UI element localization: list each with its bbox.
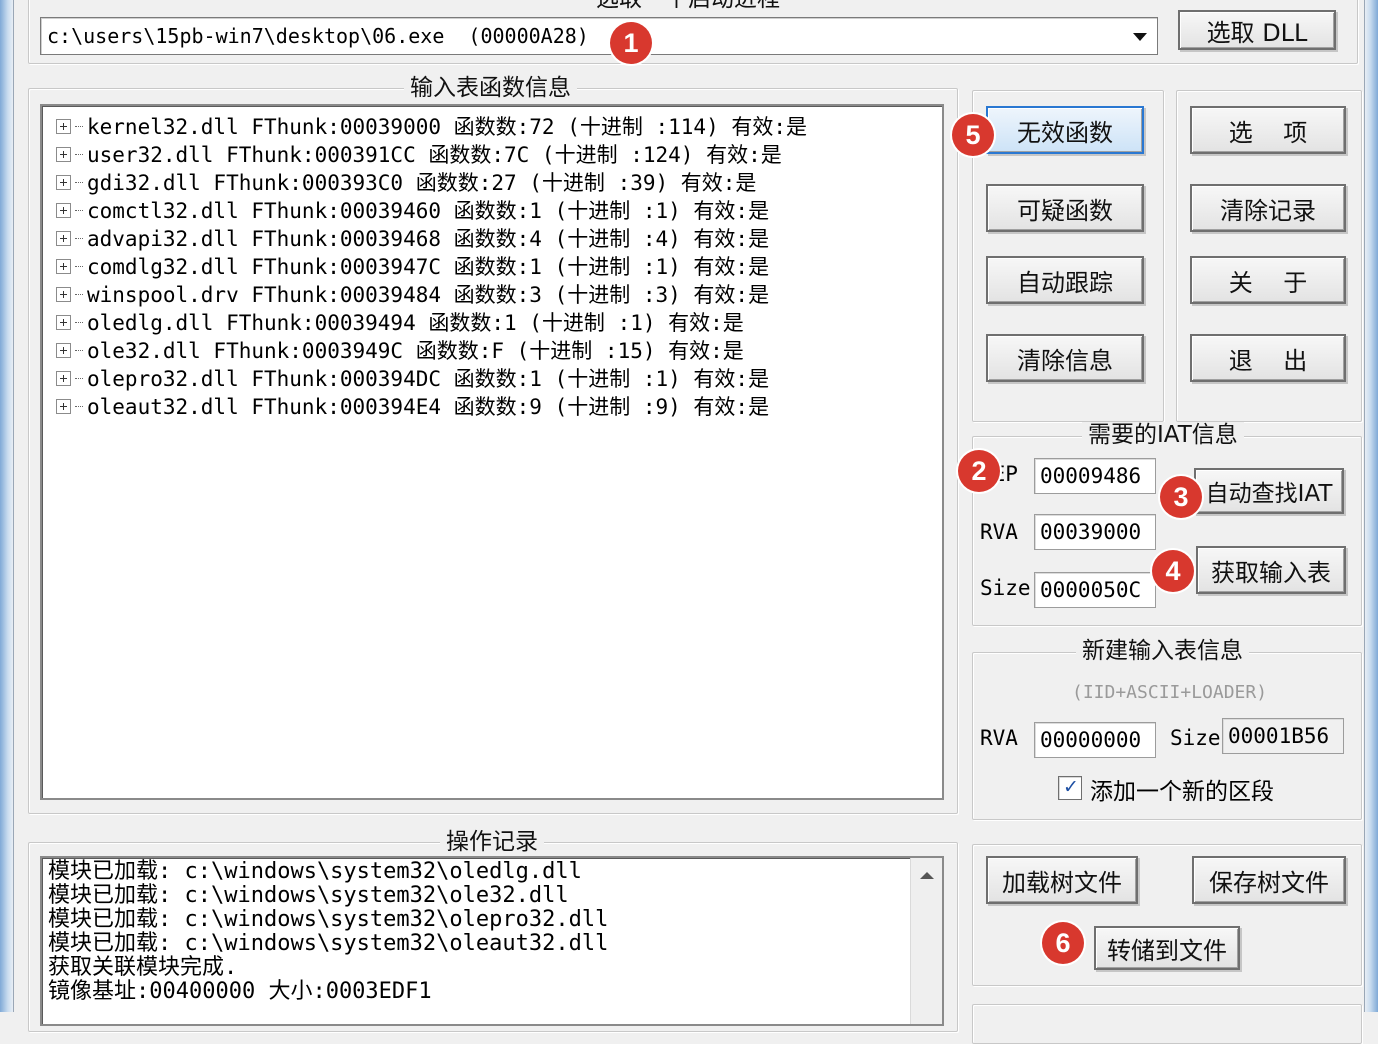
tree-item[interactable]: advapi32.dll FThunk:00039468 函数数:4 (十进制 … xyxy=(56,224,769,252)
oep-input[interactable]: 00009486 xyxy=(1034,458,1156,494)
tree-item-label: oledlg.dll FThunk:00039494 函数数:1 (十进制 :1… xyxy=(87,311,744,335)
tree-item[interactable]: comdlg32.dll FThunk:0003947C 函数数:1 (十进制 … xyxy=(56,252,769,280)
new-size-label: Size xyxy=(1170,726,1221,750)
suspect-functions-button[interactable]: 可疑函数 xyxy=(986,184,1144,232)
tree-item-label: oleaut32.dll FThunk:000394E4 函数数:9 (十进制 … xyxy=(87,395,770,419)
expand-plus-icon[interactable] xyxy=(56,230,71,246)
new-import-subtitle: (IID+ASCII+LOADER) xyxy=(1072,682,1268,703)
expand-plus-icon[interactable] xyxy=(56,342,71,358)
tree-connector xyxy=(75,405,83,407)
annotation-badge-3: 3 xyxy=(1160,476,1202,518)
annotation-badge-2: 2 xyxy=(958,450,1000,492)
tree-item-label: ole32.dll FThunk:0003949C 函数数:F (十进制 :15… xyxy=(87,339,744,363)
tree-connector xyxy=(75,237,83,239)
log-line: 模块已加载: c:\windows\system32\olepro32.dll xyxy=(48,907,609,932)
tree-connector xyxy=(75,181,83,183)
annotation-badge-4: 4 xyxy=(1152,550,1194,592)
iat-rva-input[interactable]: 00039000 xyxy=(1034,514,1156,550)
add-section-checkbox[interactable]: ✓ xyxy=(1058,776,1082,800)
tree-item-label: olepro32.dll FThunk:000394DC 函数数:1 (十进制 … xyxy=(87,367,770,391)
tree-item[interactable]: oledlg.dll FThunk:00039494 函数数:1 (十进制 :1… xyxy=(56,308,744,336)
tree-item[interactable]: user32.dll FThunk:000391CC 函数数:7C (十进制 :… xyxy=(56,140,782,168)
scroll-up-icon[interactable] xyxy=(920,872,934,879)
tree-item-label: kernel32.dll FThunk:00039000 函数数:72 (十进制… xyxy=(87,115,808,139)
window-frame-right xyxy=(1364,0,1378,1012)
tree-connector xyxy=(75,321,83,323)
tree-item[interactable]: gdi32.dll FThunk:000393C0 函数数:27 (十进制 :3… xyxy=(56,168,756,196)
tree-connector xyxy=(75,153,83,155)
log-line: 模块已加载: c:\windows\system32\ole32.dll xyxy=(48,883,569,908)
tree-item[interactable]: ole32.dll FThunk:0003949C 函数数:F (十进制 :15… xyxy=(56,336,744,364)
tree-item-label: user32.dll FThunk:000391CC 函数数:7C (十进制 :… xyxy=(87,143,782,167)
log-group-title: 操作记录 xyxy=(440,829,544,855)
bottom-group xyxy=(972,1004,1362,1044)
get-imports-button[interactable]: 获取输入表 xyxy=(1196,546,1346,594)
tree-connector xyxy=(75,265,83,267)
log-line: 模块已加载: c:\windows\system32\oledlg.dll xyxy=(48,859,582,884)
new-rva-input[interactable]: 00000000 xyxy=(1034,722,1156,758)
new-size-input[interactable]: 00001B56 xyxy=(1222,718,1344,754)
save-tree-button[interactable]: 保存树文件 xyxy=(1192,856,1346,904)
expand-plus-icon[interactable] xyxy=(56,174,71,190)
tree-item-label: comctl32.dll FThunk:00039460 函数数:1 (十进制 … xyxy=(87,199,770,223)
load-tree-button[interactable]: 加载树文件 xyxy=(986,856,1138,904)
tree-item[interactable]: winspool.drv FThunk:00039484 函数数:3 (十进制 … xyxy=(56,280,769,308)
tree-item-label: comdlg32.dll FThunk:0003947C 函数数:1 (十进制 … xyxy=(87,255,770,279)
expand-plus-icon[interactable] xyxy=(56,118,71,134)
invalid-functions-button[interactable]: 无效函数 xyxy=(986,106,1144,154)
process-combobox-value: c:\users\15pb-win7\desktop\06.exe (00000… xyxy=(47,24,589,48)
tree-connector xyxy=(75,125,83,127)
iat-size-input[interactable]: 0000050C xyxy=(1034,572,1156,608)
expand-plus-icon[interactable] xyxy=(56,314,71,330)
chevron-down-icon[interactable] xyxy=(1133,33,1147,41)
expand-plus-icon[interactable] xyxy=(56,258,71,274)
iat-group-title: 需要的IAT信息 xyxy=(1082,422,1244,448)
import-tree[interactable]: kernel32.dll FThunk:00039000 函数数:72 (十进制… xyxy=(40,104,944,800)
select-dll-button[interactable]: 选取 DLL xyxy=(1178,10,1336,50)
import-group-title: 输入表函数信息 xyxy=(404,75,577,101)
tree-connector xyxy=(75,349,83,351)
new-import-group-title: 新建输入表信息 xyxy=(1076,638,1249,664)
exit-button[interactable]: 退 出 xyxy=(1190,334,1346,382)
options-button[interactable]: 选 项 xyxy=(1190,106,1346,154)
annotation-badge-5: 5 xyxy=(952,114,994,156)
tree-item[interactable]: kernel32.dll FThunk:00039000 函数数:72 (十进制… xyxy=(56,112,807,140)
tree-item-label: gdi32.dll FThunk:000393C0 函数数:27 (十进制 :3… xyxy=(87,171,757,195)
expand-plus-icon[interactable] xyxy=(56,202,71,218)
tree-connector xyxy=(75,293,83,295)
log-line: 获取关联模块完成. xyxy=(48,955,238,980)
tree-item[interactable]: olepro32.dll FThunk:000394DC 函数数:1 (十进制 … xyxy=(56,364,769,392)
log-line: 模块已加载: c:\windows\system32\oleaut32.dll xyxy=(48,931,609,956)
log-panel[interactable]: 模块已加载: c:\windows\system32\oledlg.dll 模块已… xyxy=(40,856,944,1026)
tree-item[interactable]: oleaut32.dll FThunk:000394E4 函数数:9 (十进制 … xyxy=(56,392,769,420)
clear-log-button[interactable]: 清除记录 xyxy=(1190,184,1346,232)
add-section-label[interactable]: 添加一个新的区段 xyxy=(1090,772,1274,806)
log-line: 镜像基址:00400000 大小:0003EDF1 xyxy=(48,979,432,1004)
tree-item-label: advapi32.dll FThunk:00039468 函数数:4 (十进制 … xyxy=(87,227,770,251)
tree-item-label: winspool.drv FThunk:00039484 函数数:3 (十进制 … xyxy=(87,283,770,307)
checkmark-icon: ✓ xyxy=(1063,776,1079,798)
iat-rva-label: RVA xyxy=(980,520,1018,544)
annotation-badge-6: 6 xyxy=(1042,922,1084,964)
log-scrollbar[interactable] xyxy=(910,858,942,1024)
window-frame-left xyxy=(0,0,14,1012)
expand-plus-icon[interactable] xyxy=(56,370,71,386)
clear-info-button[interactable]: 清除信息 xyxy=(986,334,1144,382)
about-button[interactable]: 关 于 xyxy=(1190,256,1346,304)
auto-trace-button[interactable]: 自动跟踪 xyxy=(986,256,1144,304)
tree-connector xyxy=(75,377,83,379)
tree-item[interactable]: comctl32.dll FThunk:00039460 函数数:1 (十进制 … xyxy=(56,196,769,224)
expand-plus-icon[interactable] xyxy=(56,286,71,302)
expand-plus-icon[interactable] xyxy=(56,146,71,162)
dump-to-file-button[interactable]: 转储到文件 xyxy=(1094,926,1240,970)
iat-size-label: Size xyxy=(980,576,1031,600)
new-rva-label: RVA xyxy=(980,726,1018,750)
tree-connector xyxy=(75,209,83,211)
annotation-badge-1: 1 xyxy=(610,22,652,64)
process-group-title: 选取一个启动进程 xyxy=(590,0,786,12)
expand-plus-icon[interactable] xyxy=(56,398,71,414)
auto-find-iat-button[interactable]: 自动查找IAT xyxy=(1194,468,1344,514)
process-combobox[interactable]: c:\users\15pb-win7\desktop\06.exe (00000… xyxy=(40,17,1158,55)
